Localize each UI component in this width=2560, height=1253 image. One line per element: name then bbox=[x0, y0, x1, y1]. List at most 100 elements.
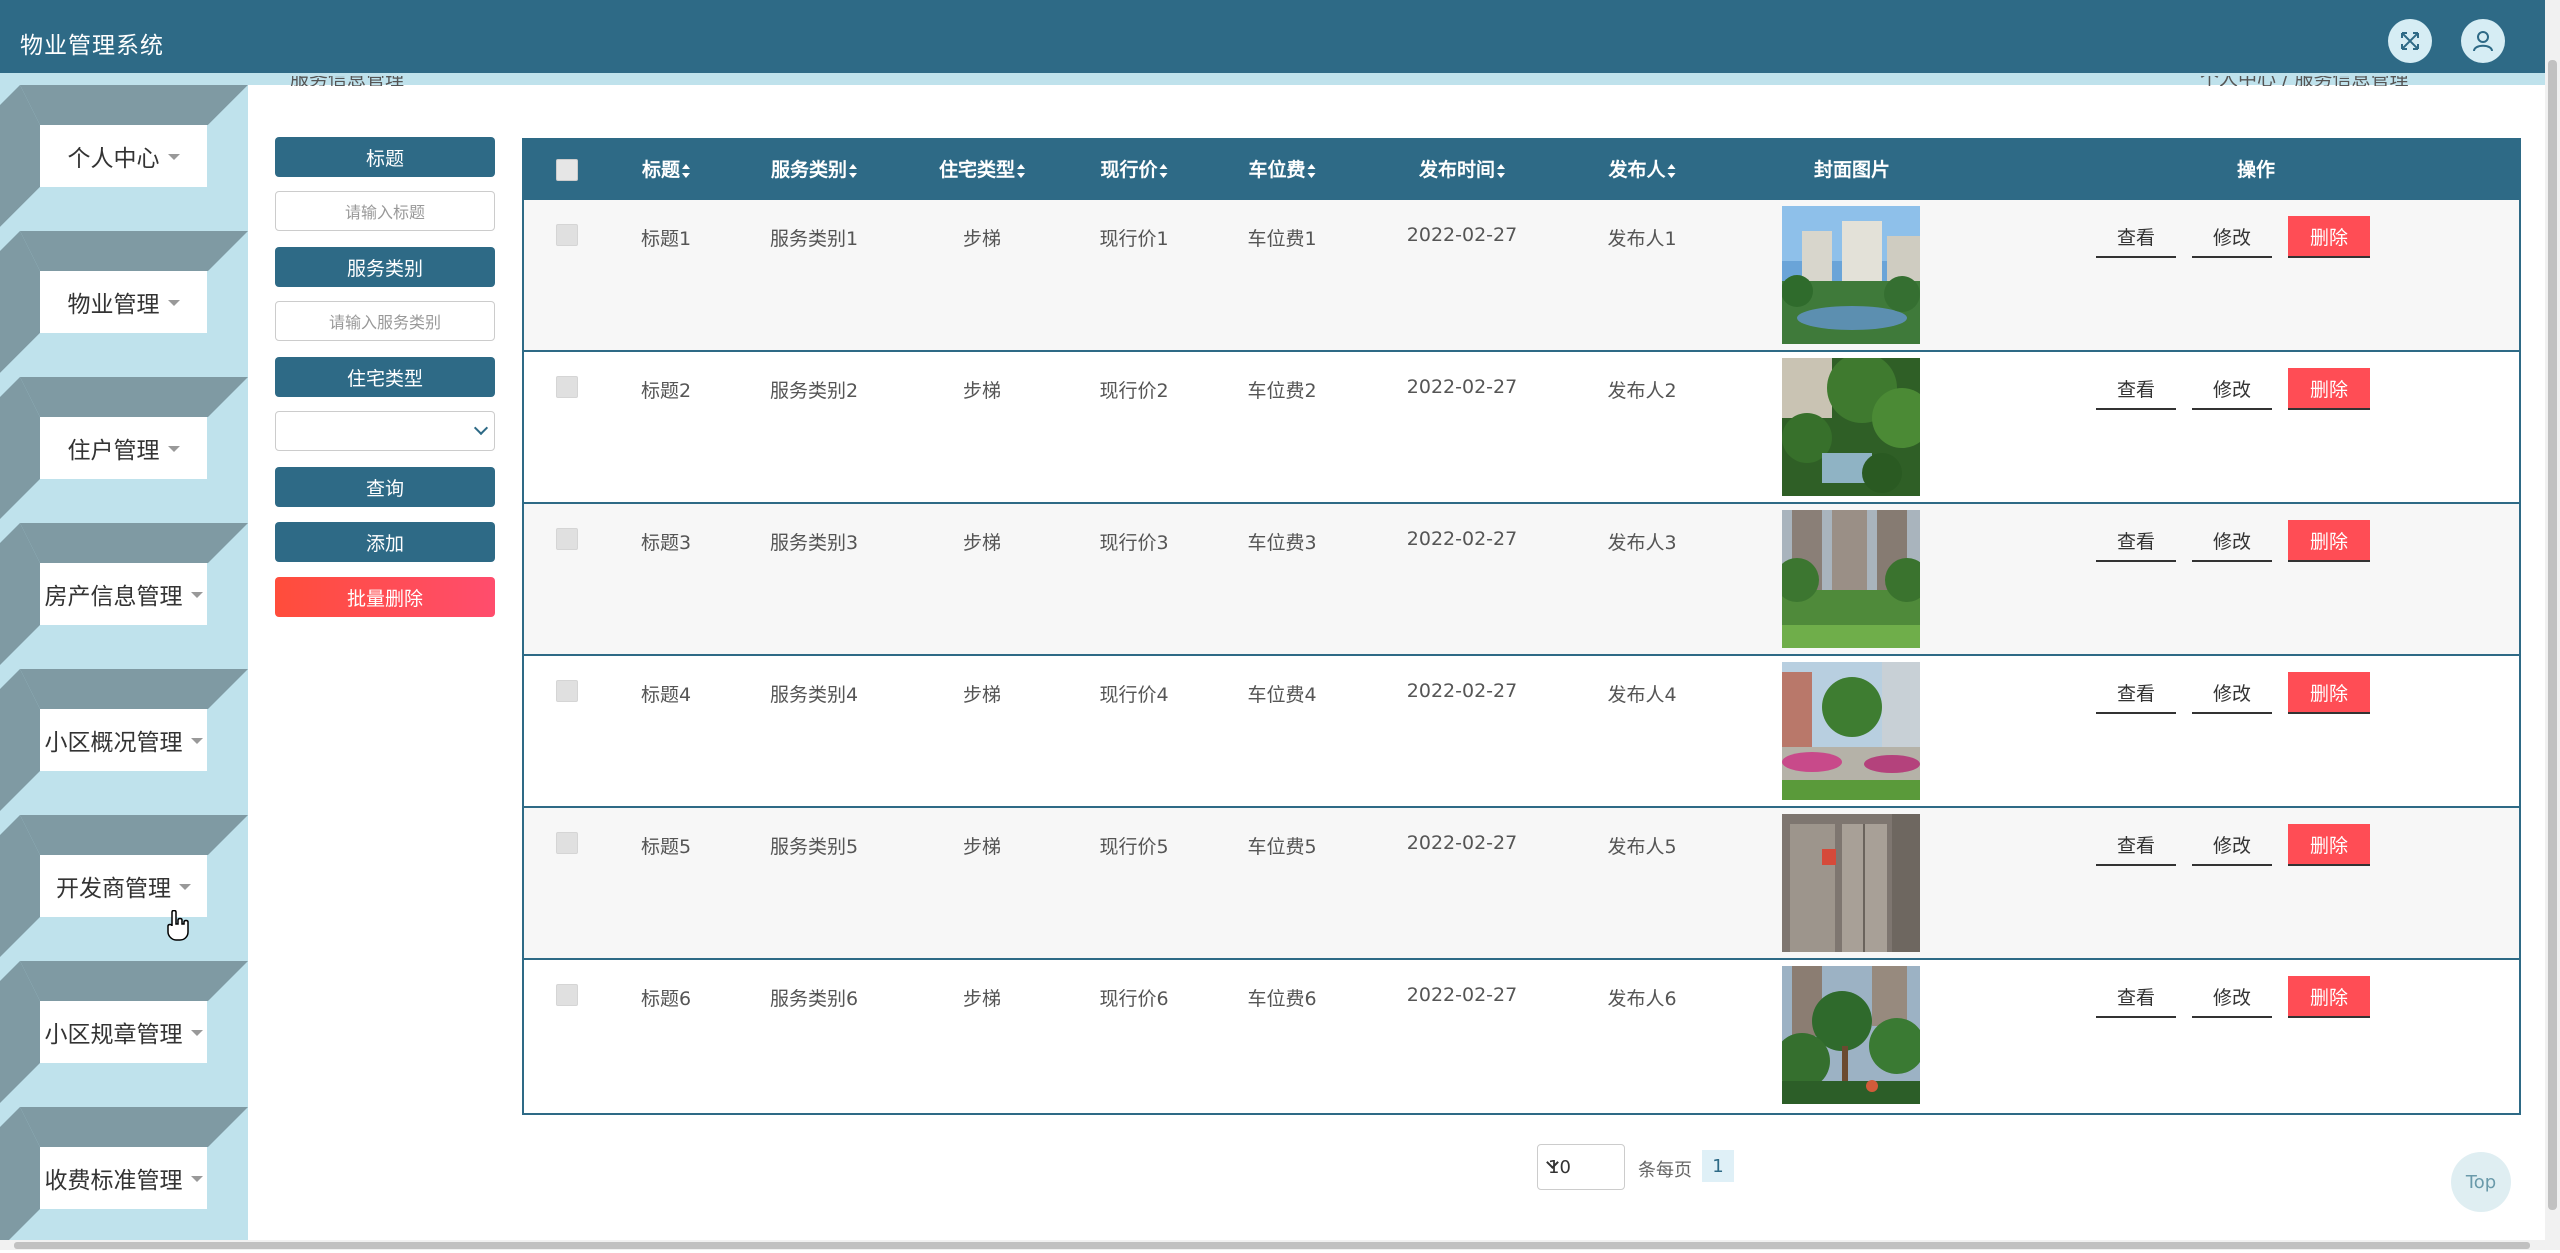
cover-image-graphic bbox=[1782, 510, 1920, 648]
chevron-down-icon bbox=[473, 420, 489, 436]
sidebar-item-personal-center[interactable]: 个人中心 bbox=[0, 85, 248, 231]
select-all-checkbox[interactable] bbox=[556, 159, 578, 181]
sort-icon bbox=[1017, 163, 1026, 178]
sidebar-item-real-estate[interactable]: 房产信息管理 bbox=[0, 523, 248, 669]
cover-image bbox=[1782, 814, 1920, 952]
table-row: 标题6 服务类别6 步梯 现行价6 车位费6 2022-02-27 发布人6 查… bbox=[524, 960, 2519, 1112]
sidebar-item-box: 个人中心 bbox=[40, 125, 207, 187]
sidebar-item-label: 个人中心 bbox=[67, 146, 160, 172]
row-checkbox[interactable] bbox=[556, 528, 578, 550]
cell-price: 现行价2 bbox=[1099, 380, 1169, 402]
delete-button[interactable]: 删除 bbox=[2288, 824, 2370, 866]
row-checkbox[interactable] bbox=[556, 680, 578, 702]
cover-image bbox=[1782, 206, 1920, 344]
add-button[interactable]: 添加 bbox=[275, 522, 495, 562]
title-search-input[interactable]: 请输入标题 bbox=[275, 191, 495, 231]
delete-button[interactable]: 删除 bbox=[2288, 216, 2370, 258]
sidebar-item-box: 房产信息管理 bbox=[40, 563, 207, 625]
sort-icon bbox=[682, 163, 691, 178]
cover-image-graphic bbox=[1782, 206, 1920, 344]
view-button[interactable]: 查看 bbox=[2096, 368, 2176, 410]
sidebar-item-label: 小区规章管理 bbox=[44, 1022, 183, 1048]
row-checkbox[interactable] bbox=[556, 376, 578, 398]
column-header-category[interactable]: 服务类别 bbox=[771, 140, 858, 200]
cell-date: 2022-02-27 bbox=[1406, 224, 1518, 246]
caret-down-icon bbox=[190, 1030, 203, 1036]
edit-button[interactable]: 修改 bbox=[2192, 368, 2272, 410]
app-title: 物业管理系统 bbox=[20, 33, 164, 59]
vertical-scrollbar-thumb[interactable] bbox=[2548, 60, 2557, 1210]
sidebar-item-box: 开发商管理 bbox=[40, 855, 207, 917]
edit-button[interactable]: 修改 bbox=[2192, 824, 2272, 866]
view-button[interactable]: 查看 bbox=[2096, 520, 2176, 562]
sort-icon bbox=[1159, 163, 1168, 178]
user-icon bbox=[2473, 31, 2493, 52]
edit-button[interactable]: 修改 bbox=[2192, 520, 2272, 562]
cell-category: 服务类别3 bbox=[769, 532, 859, 554]
delete-button[interactable]: 删除 bbox=[2288, 672, 2370, 714]
query-button[interactable]: 查询 bbox=[275, 467, 495, 507]
user-menu-button[interactable] bbox=[2461, 19, 2505, 63]
delete-button[interactable]: 删除 bbox=[2288, 976, 2370, 1018]
expand-icon bbox=[2401, 32, 2419, 50]
delete-button[interactable]: 删除 bbox=[2288, 520, 2370, 562]
sidebar-item-label: 房产信息管理 bbox=[44, 584, 183, 610]
category-search-input[interactable]: 请输入服务类别 bbox=[275, 301, 495, 341]
sidebar-item-community-rules[interactable]: 小区规章管理 bbox=[0, 961, 248, 1107]
cell-housing: 步梯 bbox=[962, 988, 1002, 1010]
cell-housing: 步梯 bbox=[962, 228, 1002, 250]
view-button[interactable]: 查看 bbox=[2096, 976, 2176, 1018]
cell-housing: 步梯 bbox=[962, 836, 1002, 858]
edit-button[interactable]: 修改 bbox=[2192, 672, 2272, 714]
horizontal-scrollbar-thumb[interactable] bbox=[14, 1242, 2530, 1249]
sidebar-item-property[interactable]: 物业管理 bbox=[0, 231, 248, 377]
row-checkbox[interactable] bbox=[556, 224, 578, 246]
breadcrumb: 服务信息管理 bbox=[290, 76, 404, 86]
column-header-price[interactable]: 现行价 bbox=[1100, 140, 1168, 200]
sidebar-item-developers[interactable]: 开发商管理 bbox=[0, 815, 248, 961]
column-header-parking[interactable]: 车位费 bbox=[1248, 140, 1316, 200]
sidebar-item-community-overview[interactable]: 小区概况管理 bbox=[0, 669, 248, 815]
cover-image bbox=[1782, 358, 1920, 496]
delete-button[interactable]: 删除 bbox=[2288, 368, 2370, 410]
table-row: 标题1 服务类别1 步梯 现行价1 车位费1 2022-02-27 发布人1 查… bbox=[524, 200, 2519, 352]
sort-icon bbox=[849, 163, 858, 178]
sidebar-item-label: 开发商管理 bbox=[56, 876, 171, 902]
caret-down-icon bbox=[167, 300, 180, 306]
cover-image bbox=[1782, 662, 1920, 800]
cell-price: 现行价6 bbox=[1099, 988, 1169, 1010]
column-header-publisher[interactable]: 发布人 bbox=[1608, 140, 1676, 200]
sort-icon bbox=[1497, 163, 1506, 178]
edit-button[interactable]: 修改 bbox=[2192, 976, 2272, 1018]
sidebar-item-fee-standards[interactable]: 收费标准管理 bbox=[0, 1107, 248, 1253]
cell-date: 2022-02-27 bbox=[1406, 376, 1518, 398]
table-row: 标题3 服务类别3 步梯 现行价3 车位费3 2022-02-27 发布人3 查… bbox=[524, 504, 2519, 656]
sidebar-item-box: 小区概况管理 bbox=[40, 709, 207, 771]
view-button[interactable]: 查看 bbox=[2096, 216, 2176, 258]
fullscreen-button[interactable] bbox=[2388, 19, 2432, 63]
cover-image-graphic bbox=[1782, 662, 1920, 800]
cell-title: 标题1 bbox=[640, 228, 692, 250]
cell-date: 2022-02-27 bbox=[1406, 984, 1518, 1006]
back-to-top-button[interactable]: Top bbox=[2451, 1152, 2511, 1212]
column-header-housing[interactable]: 住宅类型 bbox=[939, 140, 1026, 200]
row-checkbox[interactable] bbox=[556, 832, 578, 854]
sidebar-item-residents[interactable]: 住户管理 bbox=[0, 377, 248, 523]
sidebar-item-box: 小区规章管理 bbox=[40, 1001, 207, 1063]
page-size-select[interactable]: 10 bbox=[1537, 1144, 1625, 1190]
housing-type-select[interactable] bbox=[275, 411, 495, 451]
view-button[interactable]: 查看 bbox=[2096, 824, 2176, 866]
edit-button[interactable]: 修改 bbox=[2192, 216, 2272, 258]
cell-category: 服务类别6 bbox=[769, 988, 859, 1010]
page-number-current[interactable]: 1 bbox=[1702, 1150, 1734, 1182]
sidebar-item-box: 物业管理 bbox=[40, 271, 207, 333]
batch-delete-button[interactable]: 批量删除 bbox=[275, 577, 495, 617]
cell-price: 现行价1 bbox=[1099, 228, 1169, 250]
view-button[interactable]: 查看 bbox=[2096, 672, 2176, 714]
sidebar-item-label: 住户管理 bbox=[67, 438, 160, 464]
row-checkbox[interactable] bbox=[556, 984, 578, 1006]
column-header-title[interactable]: 标题 bbox=[642, 140, 691, 200]
column-header-date[interactable]: 发布时间 bbox=[1419, 140, 1506, 200]
sidebar-item-box: 收费标准管理 bbox=[40, 1147, 207, 1209]
caret-down-icon bbox=[167, 154, 180, 160]
